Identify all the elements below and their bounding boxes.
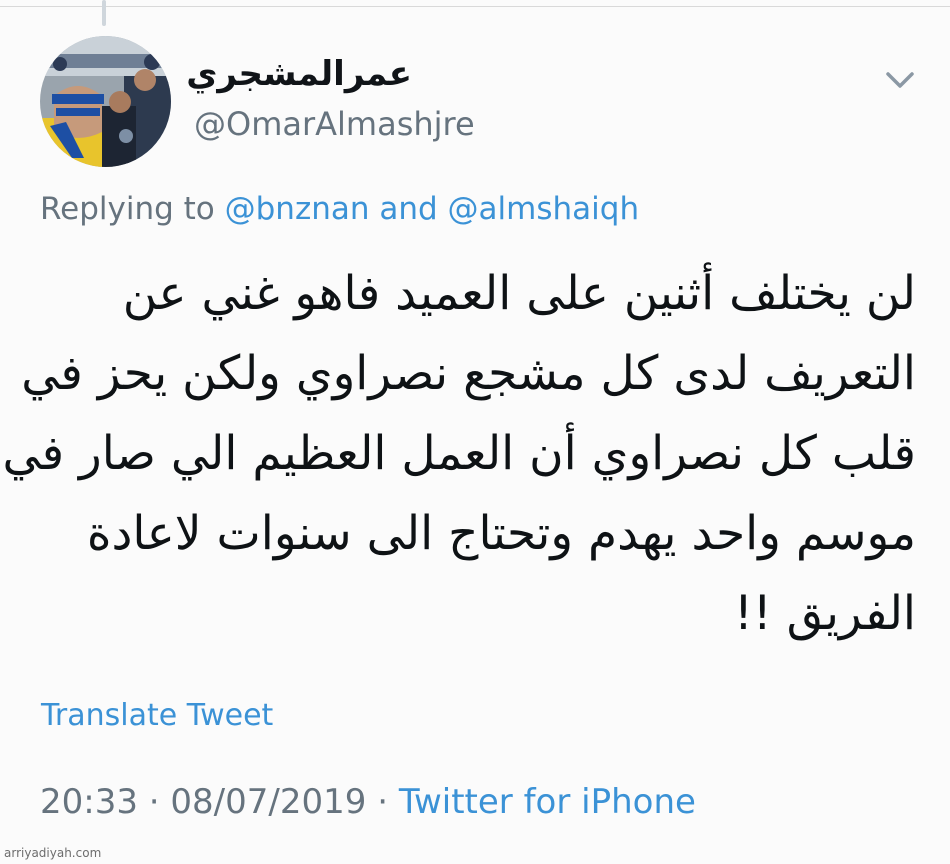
replying-to-line: Replying to @bnznan and @almshaiqh <box>40 186 639 232</box>
tweet-text-line: التعريف لدى كل مشجع نصراوي ولكن يحز في <box>21 346 916 401</box>
tweet-metadata: 20:33 · 08/07/2019 · Twitter for iPhone <box>40 778 696 826</box>
tweet-date[interactable]: 08/07/2019 <box>170 782 366 822</box>
translate-tweet-link[interactable]: Translate Tweet <box>41 694 273 738</box>
replying-connector: and <box>369 191 448 227</box>
mention-almshaiqh[interactable]: @almshaiqh <box>448 191 640 227</box>
top-divider <box>0 6 950 7</box>
thread-connector-line <box>102 0 106 26</box>
tweet-source-link[interactable]: Twitter for iPhone <box>399 782 696 822</box>
tweet-text-line: الفريق !! <box>734 586 916 641</box>
user-handle[interactable]: @OmarAlmashjre <box>194 102 475 146</box>
meta-separator: · <box>137 782 171 822</box>
chevron-down-icon[interactable] <box>880 66 920 96</box>
tweet-time[interactable]: 20:33 <box>40 782 138 822</box>
meta-separator: · <box>366 782 399 822</box>
replying-prefix: Replying to <box>40 191 225 227</box>
display-name[interactable]: عمرالمشجري <box>186 52 412 96</box>
tweet-text: لن يختلف أثنين على العميد فاهو غني عن ال… <box>2 254 916 654</box>
profile-photo <box>40 36 171 167</box>
tweet-text-line: قلب كل نصراوي أن العمل العظيم الي صار في <box>2 426 916 481</box>
mention-bnznan[interactable]: @bnznan <box>225 191 370 227</box>
tweet-text-line: لن يختلف أثنين على العميد فاهو غني عن <box>122 266 916 321</box>
avatar[interactable] <box>40 36 171 167</box>
watermark: arriyadiyah.com <box>4 846 102 860</box>
tweet-text-line: موسم واحد يهدم وتحتاج الى سنوات لاعادة <box>86 506 916 561</box>
